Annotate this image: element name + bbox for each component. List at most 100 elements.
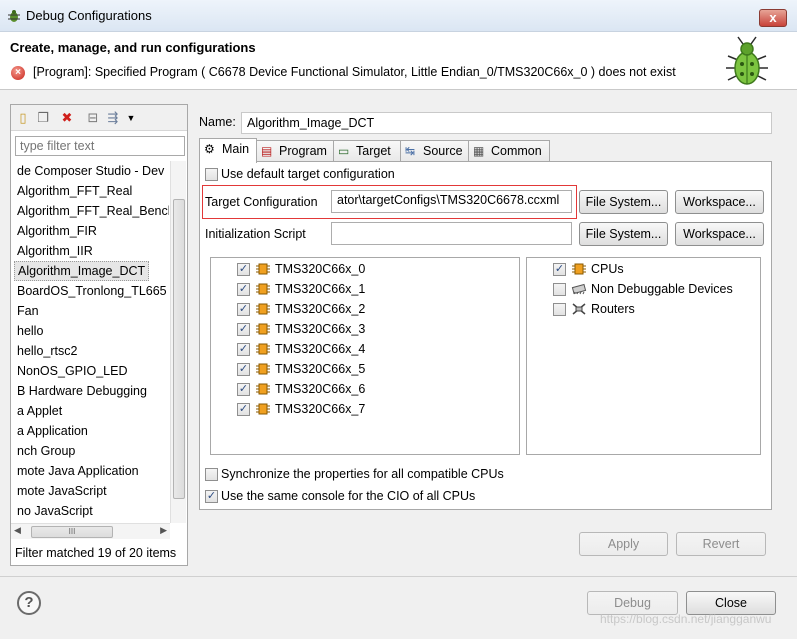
cpu-label: TMS320C66x_6 [275, 382, 366, 396]
vertical-scrollbar[interactable] [170, 161, 186, 523]
use-default-label: Use default target configuration [221, 167, 395, 181]
source-tab-icon: ↹ [405, 144, 416, 158]
list-item[interactable]: nch Group [17, 441, 75, 461]
list-item[interactable]: Algorithm_FFT_Real [17, 181, 132, 201]
sync-properties-checkbox[interactable] [205, 468, 218, 481]
list-item[interactable]: mote JavaScript [17, 481, 107, 501]
launch-config-panel: ▯ ❐ ✖ ⊟ ⇶ ▼ de Composer Studio - Dev Alg… [10, 104, 188, 566]
scroll-thumb-h[interactable]: III [31, 526, 113, 538]
cpu-icon [256, 283, 270, 295]
error-message: [Program]: Specified Program ( C6678 Dev… [33, 65, 676, 79]
title-bar: Debug Configurations x [0, 0, 797, 32]
use-default-checkbox[interactable] [205, 168, 218, 181]
list-item[interactable]: hello [17, 321, 43, 341]
horizontal-scrollbar[interactable]: ◀ III ▶ [11, 523, 170, 539]
tab-bar: ⚙ Main ▤ Program ▭ Target ↹ Source ▦ Common [199, 138, 772, 163]
collapse-all-icon[interactable]: ⊟ [85, 110, 101, 126]
cpu-checkbox[interactable]: ✓ [237, 403, 250, 416]
program-tab-icon: ▤ [261, 144, 273, 158]
list-item[interactable]: a Application [17, 421, 88, 441]
delete-icon[interactable]: ✖ [59, 110, 75, 126]
cpus-filter-checkbox[interactable]: ✓ [553, 263, 566, 276]
common-tab-icon: ▦ [473, 144, 485, 158]
routers-checkbox[interactable] [553, 303, 566, 316]
cpu-checkbox[interactable]: ✓ [237, 283, 250, 296]
init-script-field[interactable] [331, 222, 572, 245]
target-config-field[interactable]: ator\targetConfigs\TMS320C6678.ccxml [331, 190, 572, 213]
debug-app-icon [8, 10, 20, 22]
target-file-system-button[interactable]: File System... [579, 190, 668, 214]
filter-icon[interactable]: ⇶ [105, 110, 121, 126]
list-item-selected[interactable]: Algorithm_Image_DCT [14, 261, 150, 281]
device-type-label: CPUs [591, 262, 624, 276]
list-item[interactable]: Fan [17, 301, 39, 321]
cpu-label: TMS320C66x_5 [275, 362, 366, 376]
tab-source[interactable]: ↹ Source [400, 140, 469, 162]
cpu-icon [256, 303, 270, 315]
cpu-checkbox[interactable]: ✓ [237, 303, 250, 316]
list-item[interactable]: de Composer Studio - Dev [17, 161, 164, 181]
dialog-header: Create, manage, and run configurations ×… [0, 32, 797, 90]
tab-main[interactable]: ⚙ Main [199, 138, 257, 163]
list-item[interactable]: Algorithm_FFT_Real_Bench [17, 201, 169, 221]
tab-target[interactable]: ▭ Target [333, 140, 401, 162]
cpu-label: TMS320C66x_2 [275, 302, 366, 316]
scroll-thumb[interactable] [173, 199, 185, 499]
init-workspace-button[interactable]: Workspace... [675, 222, 764, 246]
target-workspace-button[interactable]: Workspace... [675, 190, 764, 214]
target-tab-icon: ▭ [338, 144, 350, 158]
scroll-left-icon[interactable]: ◀ [14, 525, 21, 536]
apply-button[interactable]: Apply [579, 532, 668, 556]
tab-program[interactable]: ▤ Program [256, 140, 334, 162]
sync-properties-label: Synchronize the properties for all compa… [221, 467, 504, 481]
non-debuggable-checkbox[interactable] [553, 283, 566, 296]
bug-banner-icon [726, 36, 768, 85]
list-item[interactable]: no JavaScript [17, 501, 93, 521]
cpu-icon [256, 263, 270, 275]
watermark-text: https://blog.csdn.net/jiangganwu [600, 612, 772, 626]
new-launch-config-icon[interactable]: ▯ [15, 110, 31, 126]
cpu-label: TMS320C66x_7 [275, 402, 366, 416]
device-type-label: Non Debuggable Devices [591, 282, 733, 296]
list-item[interactable]: Algorithm_IIR [17, 241, 93, 261]
list-item[interactable]: NonOS_GPIO_LED [17, 361, 127, 381]
cpu-icon [256, 383, 270, 395]
list-item[interactable]: a Applet [17, 401, 62, 421]
cpu-checkbox[interactable]: ✓ [237, 323, 250, 336]
help-icon[interactable]: ? [17, 591, 41, 615]
cpu-label: TMS320C66x_1 [275, 282, 366, 296]
list-item[interactable]: mote Java Application [17, 461, 139, 481]
error-icon: × [11, 66, 25, 80]
window-close-button[interactable]: x [759, 9, 787, 27]
cpu-icon [572, 263, 586, 275]
cpu-checkbox[interactable]: ✓ [237, 263, 250, 276]
scroll-right-icon[interactable]: ▶ [160, 525, 167, 536]
revert-button[interactable]: Revert [676, 532, 766, 556]
filter-status: Filter matched 19 of 20 items [15, 546, 177, 560]
tab-common[interactable]: ▦ Common [468, 140, 550, 162]
cpu-label: TMS320C66x_3 [275, 322, 366, 336]
chevron-down-icon[interactable]: ▼ [123, 110, 139, 126]
name-label: Name: [199, 115, 236, 129]
cpu-checkbox[interactable]: ✓ [237, 383, 250, 396]
list-item[interactable]: Algorithm_FIR [17, 221, 97, 241]
cpu-icon [256, 323, 270, 335]
list-item[interactable]: BoardOS_Tronlong_TL665 [17, 281, 167, 301]
launch-config-list: de Composer Studio - Dev Algorithm_FFT_R… [11, 161, 169, 521]
cpu-label: TMS320C66x_0 [275, 262, 366, 276]
header-title: Create, manage, and run configurations [10, 40, 256, 55]
same-console-label: Use the same console for the CIO of all … [221, 489, 476, 503]
cpu-icon [256, 403, 270, 415]
cpu-checkbox[interactable]: ✓ [237, 363, 250, 376]
init-file-system-button[interactable]: File System... [579, 222, 668, 246]
list-item[interactable]: B Hardware Debugging [17, 381, 147, 401]
filter-input[interactable] [15, 136, 185, 156]
name-field[interactable]: Algorithm_Image_DCT [241, 112, 772, 134]
footer-divider [0, 576, 797, 577]
chip-icon [571, 283, 587, 295]
list-item[interactable]: hello_rtsc2 [17, 341, 77, 361]
duplicate-icon[interactable]: ❐ [35, 110, 51, 126]
cpu-icon [256, 343, 270, 355]
cpu-checkbox[interactable]: ✓ [237, 343, 250, 356]
same-console-checkbox[interactable]: ✓ [205, 490, 218, 503]
